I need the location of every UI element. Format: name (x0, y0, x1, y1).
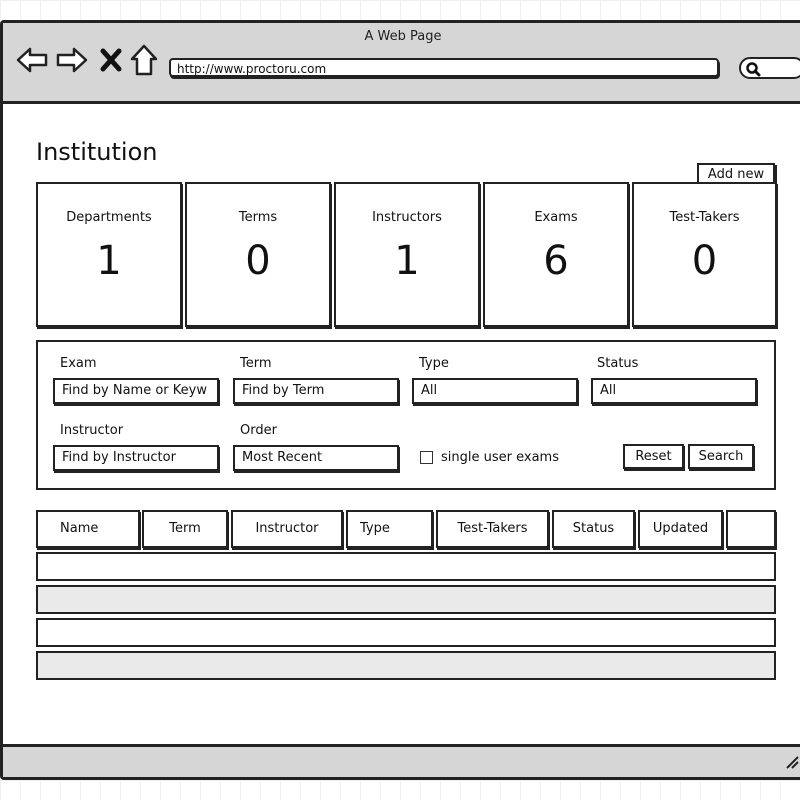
url-bar[interactable]: http://www.proctoru.com (169, 58, 719, 77)
stat-value: 0 (245, 238, 271, 284)
stat-label: Terms (238, 210, 278, 225)
order-label: Order (240, 423, 277, 438)
column-header-type[interactable]: Type (346, 510, 433, 548)
type-label: Type (419, 356, 449, 371)
stat-card-terms[interactable]: Terms 0 (185, 182, 331, 327)
stat-card-test-takers[interactable]: Test-Takers 0 (632, 182, 777, 327)
single-user-exams-label: single user exams (441, 450, 559, 465)
column-header-instructor[interactable]: Instructor (231, 510, 343, 548)
reset-button[interactable]: Reset (623, 444, 684, 469)
stat-card-exams[interactable]: Exams 6 (483, 182, 629, 327)
column-header-status[interactable]: Status (552, 510, 635, 548)
status-select[interactable]: All (591, 378, 757, 404)
table-row[interactable] (36, 552, 776, 581)
order-select[interactable]: Most Recent (233, 445, 399, 471)
single-user-exams-checkbox[interactable] (420, 451, 433, 464)
window-title: A Web Page (364, 29, 442, 44)
stat-card-instructors[interactable]: Instructors 1 (334, 182, 480, 327)
stat-label: Departments (66, 210, 152, 225)
stat-label: Instructors (372, 210, 442, 225)
type-select[interactable]: All (412, 378, 578, 404)
term-label: Term (240, 356, 272, 371)
table-row[interactable] (36, 618, 776, 647)
exam-label: Exam (60, 356, 97, 371)
browser-titlebar: A Web Page http://www.proctoru.com (3, 23, 800, 104)
search-icon (746, 62, 761, 77)
stat-value: 6 (543, 238, 569, 284)
filter-panel: Exam Find by Name or Keyw Term Find by T… (36, 340, 776, 490)
stat-value: 1 (96, 238, 122, 284)
browser-statusbar (3, 744, 800, 777)
stat-label: Test-Takers (669, 210, 740, 225)
term-search-input[interactable]: Find by Term (233, 378, 399, 404)
stat-label: Exams (534, 210, 578, 225)
status-label: Status (597, 356, 639, 371)
table-row[interactable] (36, 585, 776, 614)
instructor-search-input[interactable]: Find by Instructor (53, 445, 219, 471)
forward-arrow-icon[interactable] (55, 45, 89, 79)
page-title: Institution (36, 138, 158, 166)
column-header-term[interactable]: Term (142, 510, 228, 548)
close-icon[interactable] (99, 47, 123, 77)
stat-card-departments[interactable]: Departments 1 (36, 182, 182, 327)
home-icon[interactable] (129, 43, 159, 81)
column-header-name[interactable]: Name (36, 510, 140, 548)
column-header-test-takers[interactable]: Test-Takers (436, 510, 549, 548)
column-header-updated[interactable]: Updated (638, 510, 723, 548)
resize-grip-icon[interactable] (785, 754, 799, 773)
stat-value: 1 (394, 238, 420, 284)
stat-value: 0 (691, 238, 718, 284)
exam-search-input[interactable]: Find by Name or Keyw (53, 378, 219, 404)
instructor-label: Instructor (60, 423, 124, 438)
search-button[interactable]: Search (688, 444, 754, 469)
table-row[interactable] (36, 651, 776, 680)
browser-search-box[interactable] (739, 57, 800, 79)
back-arrow-icon[interactable] (15, 45, 49, 79)
column-header-actions (726, 510, 776, 548)
